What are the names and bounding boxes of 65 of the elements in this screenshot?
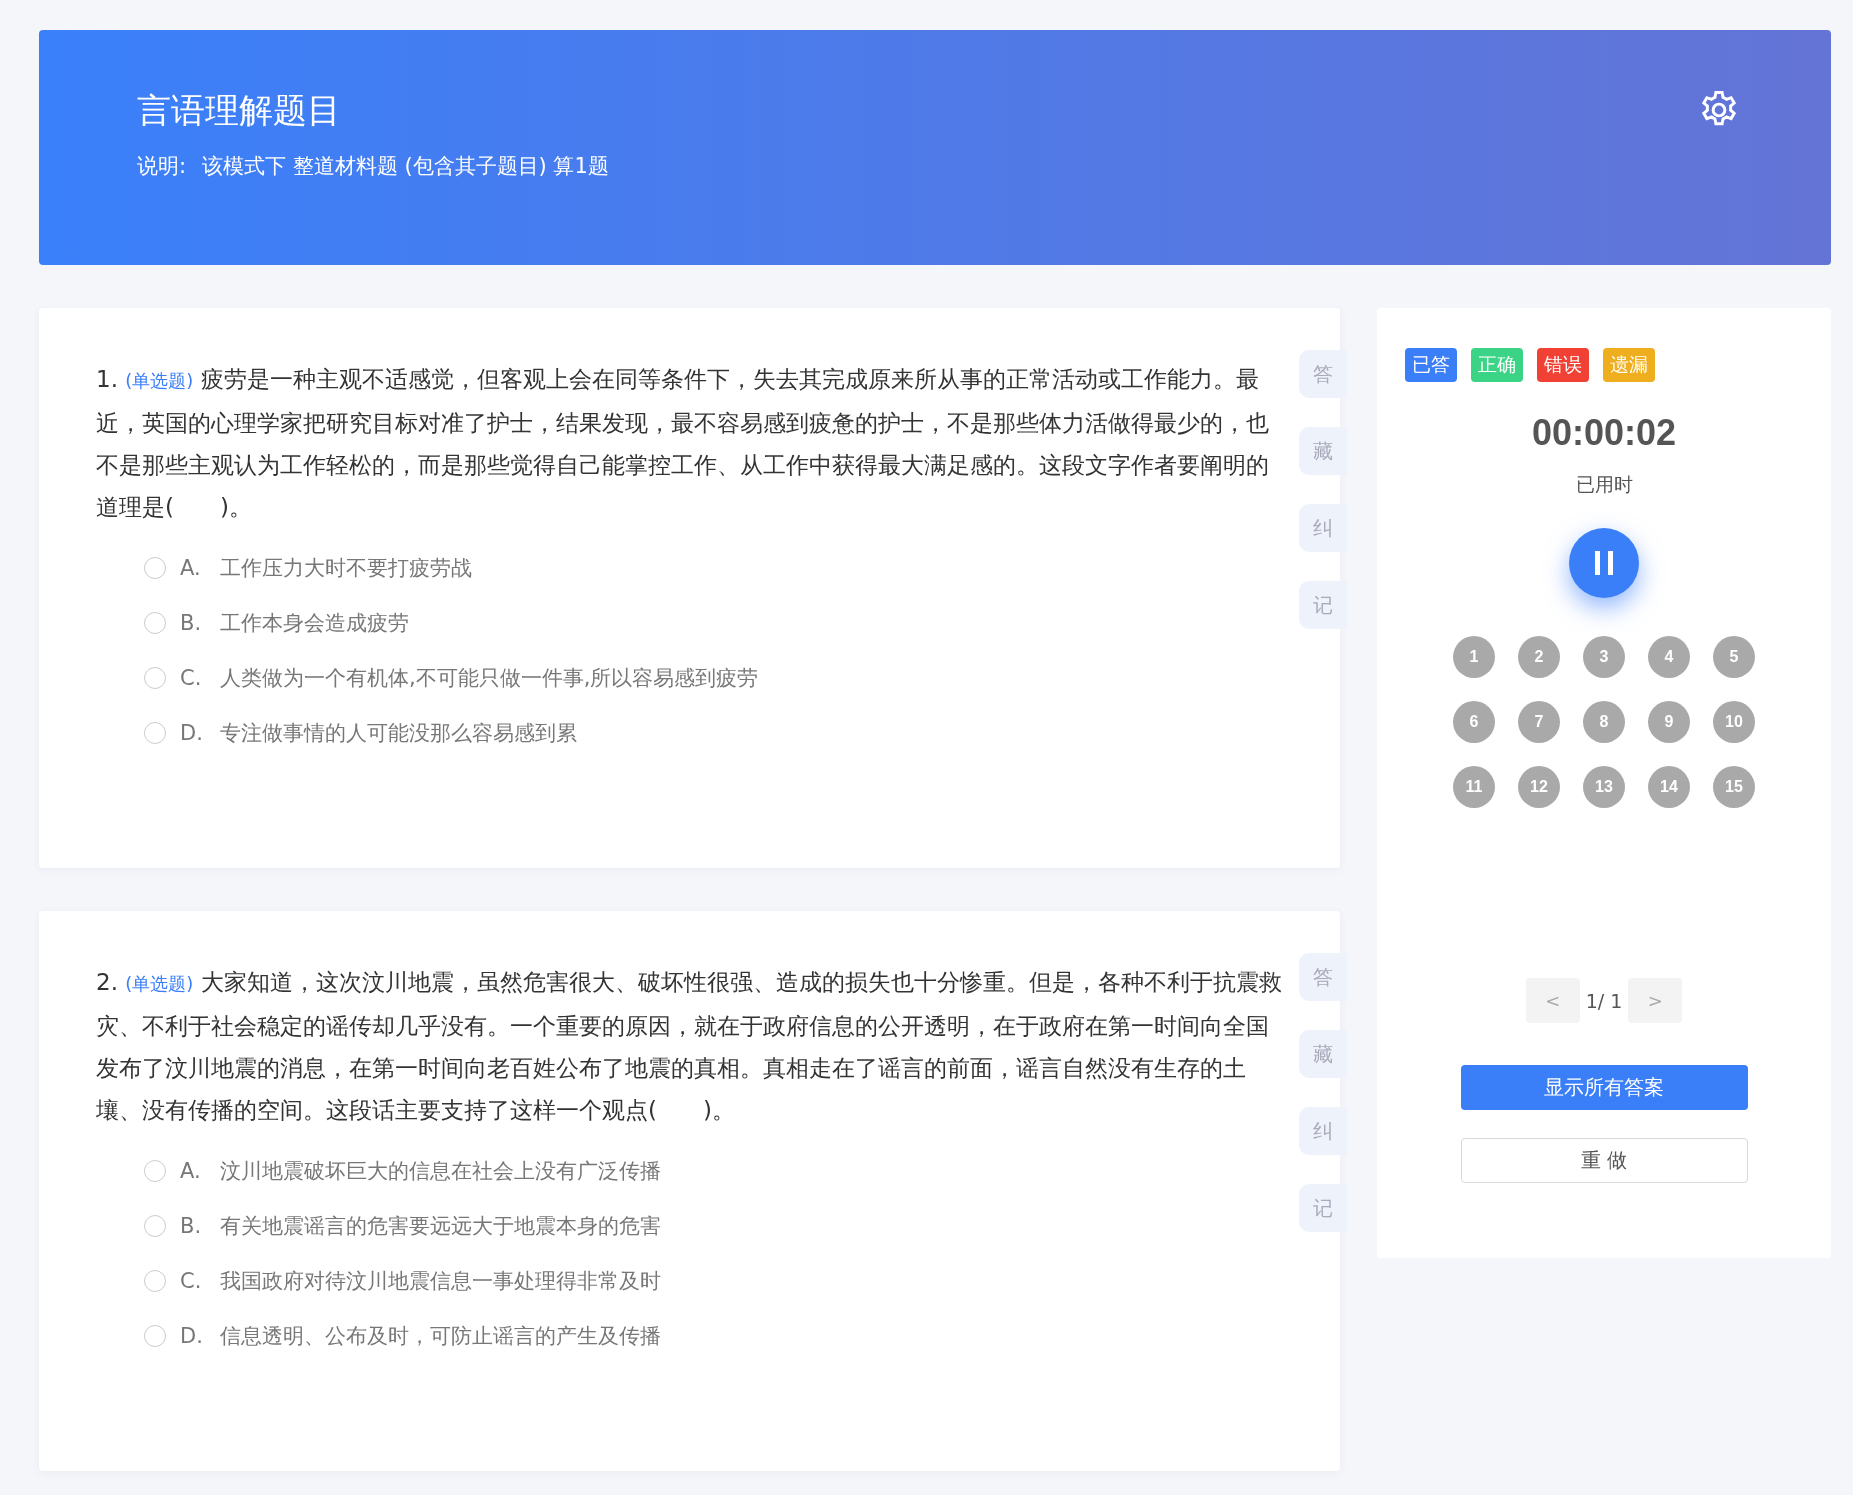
question-number-button[interactable]: 2: [1518, 636, 1560, 678]
option-text: 人类做为一个有机体,不可能只做一件事,所以容易感到疲劳: [220, 664, 759, 692]
radio-button[interactable]: [144, 721, 166, 744]
pause-button[interactable]: [1569, 528, 1639, 598]
question-text: 1. (单选题) 疲劳是一种主观不适感觉，但客观上会在同等条件下，失去其完成原来所从事的正常活动或工作能力。最近，英国的心理学家把研究目标对准了护士，结果发现，最不容易感到疲惫的护士，不是那些体力活做得最少的，也不是那些主观认为工作轻松的，而是那些觉得自己能掌控工作、从工作中获得最大满足感的。这段文字作者要阐明的道理是( )。: [96, 365, 1270, 522]
option-text: 汶川地震破坏巨大的信息在社会上没有广泛传播: [220, 1157, 661, 1185]
radio-button[interactable]: [144, 1269, 166, 1292]
question-number-button[interactable]: 8: [1583, 701, 1625, 743]
note-label: 说明:: [137, 153, 187, 180]
option-letter: D.: [180, 720, 204, 745]
legend-tag: 正确: [1471, 348, 1523, 382]
question-number-button[interactable]: 4: [1648, 636, 1690, 678]
option-letter: A.: [180, 555, 202, 580]
legend-tag: 已答: [1405, 348, 1457, 382]
side-tool-button[interactable]: 记: [1299, 581, 1347, 629]
option-text: 我国政府对待汶川地震信息一事处理得非常及时: [220, 1267, 661, 1295]
option-letter: C.: [180, 1268, 203, 1293]
next-page-button[interactable]: >: [1628, 978, 1683, 1023]
side-tool-button[interactable]: 纠: [1299, 504, 1347, 552]
option-letter: D.: [180, 1323, 204, 1348]
option-letter: B.: [180, 1213, 203, 1238]
radio-button[interactable]: [144, 611, 166, 634]
side-tool-button[interactable]: 藏: [1299, 427, 1347, 475]
radio-button[interactable]: [144, 666, 166, 689]
option-text: 工作压力大时不要打疲劳战: [220, 554, 472, 582]
question-number-button[interactable]: 7: [1518, 701, 1560, 743]
option-text: 工作本身会造成疲劳: [220, 609, 409, 637]
question-number-button[interactable]: 11: [1453, 766, 1495, 808]
show-answers-button[interactable]: 显示所有答案: [1460, 1065, 1748, 1110]
timer-text: 00:00:02: [1531, 412, 1677, 454]
pause-icon: [1593, 551, 1615, 575]
question-number-button[interactable]: 9: [1648, 701, 1690, 743]
side-tool-button[interactable]: 藏: [1299, 1030, 1347, 1078]
page-title: 言语理解题目: [137, 89, 342, 132]
option-letter: A.: [180, 1158, 202, 1183]
question-number-button[interactable]: 13: [1583, 766, 1625, 808]
option-text: 信息透明、公布及时，可防止谣言的产生及传播: [220, 1322, 661, 1350]
redo-button[interactable]: 重 做: [1460, 1138, 1748, 1183]
note-text: 该模式下 整道材料题 (包含其子题目) 算1题: [202, 153, 609, 180]
question-number-button[interactable]: 15: [1713, 766, 1755, 808]
question-number-button[interactable]: 1: [1453, 636, 1495, 678]
radio-button[interactable]: [144, 556, 166, 579]
radio-button[interactable]: [144, 1159, 166, 1182]
radio-button[interactable]: [144, 1324, 166, 1347]
question-number-button[interactable]: 10: [1713, 701, 1755, 743]
option-letter: C.: [180, 665, 203, 690]
question-text: 2. (单选题) 大家知道，这次汶川地震，虽然危害很大、破坏性很强、造成的损失也十分惨重。但是，各种不利于抗震救灾、不利于社会稳定的谣传却几乎没有。一个重要的原因，就在于政府信息的公开透明，在于政府在第一时间向全国发布了汶川地震的消息，在第一时间向老百姓公布了地震的真相。真相走在了谣言的前面，谣言自然没有生存的土壤、没有传播的空间。这段话主要支持了这样一个观点( )。: [96, 968, 1283, 1125]
option-letter: B.: [180, 610, 203, 635]
legend-tag: 错误: [1537, 348, 1589, 382]
side-tool-button[interactable]: 纠: [1299, 1107, 1347, 1155]
question-number-button[interactable]: 5: [1713, 636, 1755, 678]
legend-tag: 遗漏: [1603, 348, 1655, 382]
option-text: 专注做事情的人可能没那么容易感到累: [220, 719, 577, 747]
side-tool-button[interactable]: 记: [1299, 1184, 1347, 1232]
page-indicator: 1/ 1: [1585, 989, 1623, 1012]
question-number-button[interactable]: 3: [1583, 636, 1625, 678]
side-tool-button[interactable]: 答: [1299, 953, 1347, 1001]
question-number-button[interactable]: 6: [1453, 701, 1495, 743]
prev-page-button[interactable]: <: [1525, 978, 1580, 1023]
question-number-button[interactable]: 12: [1518, 766, 1560, 808]
timer-label: 已用时: [1575, 472, 1633, 497]
question-number-button[interactable]: 14: [1648, 766, 1690, 808]
option-text: 有关地震谣言的危害要远远大于地震本身的危害: [220, 1212, 661, 1240]
radio-button[interactable]: [144, 1214, 166, 1237]
side-tool-button[interactable]: 答: [1299, 350, 1347, 398]
